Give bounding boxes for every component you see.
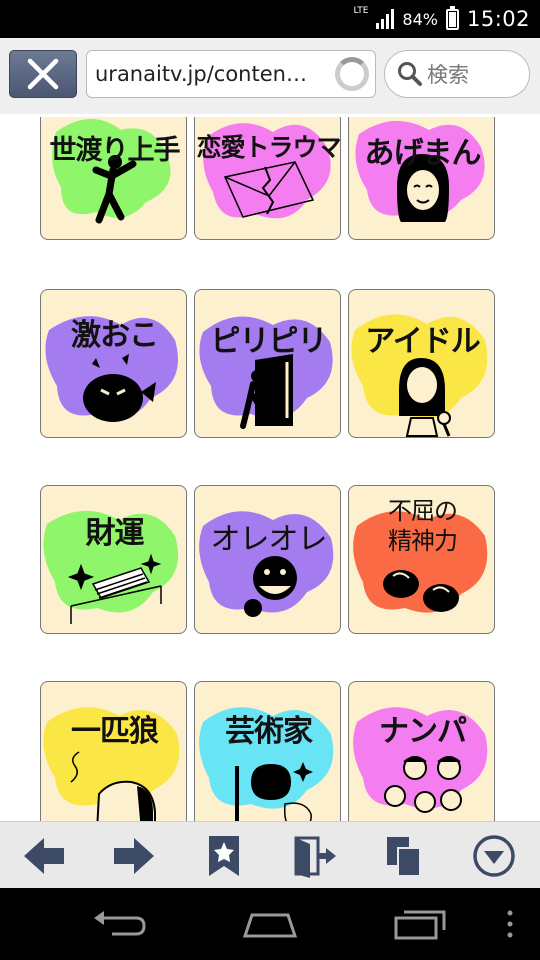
tile-label: ピリピリ (210, 324, 328, 359)
forward-arrow-icon (114, 838, 154, 874)
tile-nanpa[interactable]: ナンパ (348, 681, 495, 821)
nav-recents-icon (394, 910, 446, 940)
tile-ippiki-ookami[interactable]: 一匹狼 (40, 681, 187, 821)
network-type: LTE (353, 5, 369, 16)
bookmark-star-icon (209, 836, 239, 876)
clock: 15:02 (466, 7, 530, 31)
search-icon (398, 62, 422, 86)
nav-overflow-button[interactable] (506, 910, 514, 942)
nav-recents-button[interactable] (394, 908, 446, 944)
tile-ageman[interactable]: あげまん (348, 117, 495, 240)
browser-bottom-toolbar (0, 821, 540, 888)
tile-label-line1: 不屈の (388, 497, 458, 525)
close-icon (27, 58, 59, 90)
tile-label: 芸術家 (225, 714, 313, 749)
overflow-dots-icon (507, 910, 513, 938)
back-button[interactable] (20, 832, 68, 880)
tile-label-line2: 精神力 (388, 527, 458, 555)
tile-yowatari-jouzu[interactable]: 世渡り上手 (40, 117, 187, 240)
status-bar: LTE 84% 15:02 (0, 0, 540, 38)
nav-home-button[interactable] (242, 912, 298, 942)
exit-door-icon (294, 836, 336, 878)
menu-chevron-icon (473, 835, 515, 877)
tile-label: アイドル (365, 324, 481, 359)
tabs-button[interactable] (380, 832, 428, 880)
tile-label: 恋愛トラウマ (196, 133, 341, 162)
tile-label: 激おこ (71, 318, 159, 353)
tile-label: オレオレ (210, 522, 328, 557)
tile-idol[interactable]: アイドル (348, 289, 495, 438)
forward-button[interactable] (110, 832, 158, 880)
tile-zaiun[interactable]: 財運 (40, 485, 187, 634)
search-placeholder: 検索 (427, 63, 469, 87)
tile-label: 一匹狼 (71, 714, 159, 749)
tabs-copy-icon (387, 837, 421, 877)
back-arrow-icon (24, 838, 64, 874)
url-field[interactable]: uranaitv.jp/conten… (86, 50, 376, 98)
tile-geki-oko[interactable]: 激おこ (40, 289, 187, 438)
url-text: uranaitv.jp/conten… (95, 62, 307, 86)
battery-percent: 84% (402, 9, 438, 29)
nav-back-icon (94, 911, 146, 936)
tile-label: 世渡り上手 (49, 135, 181, 166)
tile-geijutsuka[interactable]: 芸術家 (194, 681, 341, 821)
exit-button[interactable] (290, 832, 338, 880)
battery-icon (445, 5, 459, 30)
nav-back-button[interactable] (92, 910, 148, 942)
tile-renai-trauma[interactable]: 恋愛トラウマ (194, 117, 341, 240)
tile-label: ナンパ (379, 714, 467, 749)
close-button[interactable] (9, 50, 77, 98)
tile-label: 財運 (85, 516, 145, 551)
tile-fukutsu-no-seishinryoku[interactable]: 不屈の 精神力 (348, 485, 495, 634)
tile-label: あげまん (364, 136, 482, 171)
loading-spinner-icon[interactable] (335, 57, 369, 91)
search-field[interactable]: 検索 (384, 50, 530, 98)
signal-icon (376, 9, 395, 29)
system-navigation-bar (0, 888, 540, 960)
fortune-tile-grid: 世渡り上手 恋愛トラウマ あげまん 激おこ ピリピリ アイドル 財運 オレオレ … (0, 117, 540, 821)
tile-piripiri[interactable]: ピリピリ (194, 289, 341, 438)
bookmark-button[interactable] (200, 832, 248, 880)
nav-home-icon (242, 913, 298, 938)
menu-button[interactable] (470, 832, 518, 880)
browser-toolbar: uranaitv.jp/conten… 検索 (0, 38, 540, 155)
tile-ore-ore[interactable]: オレオレ (194, 485, 341, 634)
